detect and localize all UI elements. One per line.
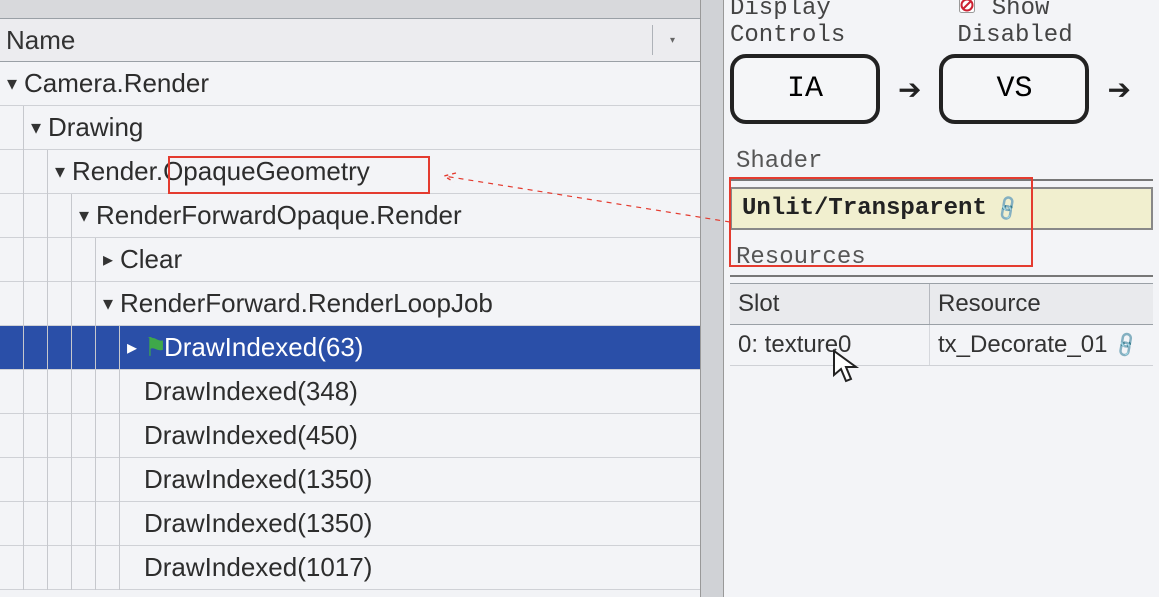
sort-indicator-icon[interactable]: ▾ (652, 25, 692, 55)
tree-row-label: DrawIndexed(63) (164, 332, 363, 363)
tree-row-label: DrawIndexed(1350) (144, 464, 372, 495)
inspector-panel: Display Controls Show Disabled IA ➔ VS ➔… (724, 0, 1159, 597)
chevron-down-icon[interactable]: ▾ (72, 203, 96, 228)
indent-spacer (120, 380, 144, 403)
shader-name: Unlit/Transparent (742, 195, 987, 222)
tree-row[interactable]: DrawIndexed(1350) (0, 458, 700, 502)
chevron-right-icon[interactable]: ▸ (96, 247, 120, 272)
tree-row[interactable]: DrawIndexed(1350) (0, 502, 700, 546)
tree-row-label: DrawIndexed(450) (144, 420, 358, 451)
link-icon[interactable]: 🔗 (993, 193, 1024, 224)
show-disabled-link[interactable]: Show Disabled (957, 0, 1153, 49)
indent-guides (0, 106, 24, 150)
chevron-down-icon[interactable]: ▾ (0, 71, 24, 96)
tree-row-label: DrawIndexed(348) (144, 376, 358, 407)
pipeline-stage-ia[interactable]: IA (730, 54, 880, 124)
indent-guides (0, 546, 120, 590)
shader-value-box[interactable]: Unlit/Transparent 🔗 (730, 187, 1153, 230)
arrow-right-icon: ➔ (898, 73, 921, 106)
resources-header-row: Slot Resource (730, 283, 1153, 325)
indent-guides (0, 502, 120, 546)
chevron-down-icon[interactable]: ▾ (48, 159, 72, 184)
indent-spacer (120, 468, 144, 491)
panel-splitter[interactable] (700, 0, 724, 597)
tree-row[interactable]: ▾RenderForwardOpaque.Render (0, 194, 700, 238)
indent-guides (0, 370, 120, 414)
toolbar-strip (0, 0, 700, 18)
inspector-breadcrumb: Display Controls Show Disabled (730, 0, 1153, 44)
forbidden-icon (957, 0, 977, 15)
link-icon[interactable]: 🔗 (1111, 330, 1141, 360)
indent-spacer (120, 556, 144, 579)
pipeline-stage-vs[interactable]: VS (939, 54, 1089, 124)
event-tree[interactable]: ▾Camera.Render▾Drawing▾Render.OpaqueGeom… (0, 62, 700, 597)
flag-icon: ⚑ (144, 332, 164, 363)
arrow-right-icon: ➔ (1107, 73, 1130, 106)
tree-row[interactable]: ▸⚑DrawIndexed(63) (0, 326, 700, 370)
resources-rows: 0: texture0tx_Decorate_01 🔗 (730, 325, 1153, 366)
tree-row-label: RenderForwardOpaque.Render (96, 200, 462, 231)
indent-guides (0, 414, 120, 458)
tree-row[interactable]: ▾Camera.Render (0, 62, 700, 106)
tree-row-label: Drawing (48, 112, 143, 143)
indent-guides (0, 458, 120, 502)
tree-row[interactable]: ▾RenderForward.RenderLoopJob (0, 282, 700, 326)
resources-col-resource[interactable]: Resource (930, 284, 1153, 324)
shader-section-label: Shader (730, 144, 1153, 181)
indent-guides (0, 194, 72, 238)
event-tree-panel: Name ▾ ▾Camera.Render▾Drawing▾Render.Opa… (0, 0, 700, 597)
tree-row[interactable]: DrawIndexed(450) (0, 414, 700, 458)
resource-slot-cell: 0: texture0 (730, 325, 930, 365)
indent-spacer (120, 512, 144, 535)
tree-row-label: DrawIndexed(1017) (144, 552, 372, 583)
tree-row-label: RenderForward.RenderLoopJob (120, 288, 493, 319)
resource-name-cell: tx_Decorate_01 🔗 (930, 325, 1153, 365)
tree-row[interactable]: ▾Render.OpaqueGeometry (0, 150, 700, 194)
chevron-down-icon[interactable]: ▾ (24, 115, 48, 140)
tree-row-label: DrawIndexed(1350) (144, 508, 372, 539)
tree-column-name-label: Name (0, 25, 75, 56)
indent-guides (0, 238, 96, 282)
resources-section-label: Resources (730, 240, 1153, 277)
tree-row[interactable]: DrawIndexed(348) (0, 370, 700, 414)
tree-row[interactable]: DrawIndexed(1017) (0, 546, 700, 590)
indent-guides (0, 150, 48, 194)
tree-row-label: Camera.Render (24, 68, 209, 99)
tree-column-header[interactable]: Name ▾ (0, 18, 700, 62)
tree-row-label: Clear (120, 244, 182, 275)
indent-guides (0, 326, 120, 370)
tree-row-label: Render.OpaqueGeometry (72, 156, 370, 187)
tree-row[interactable]: ▾Drawing (0, 106, 700, 150)
resources-col-slot[interactable]: Slot (730, 284, 930, 324)
chevron-right-icon[interactable]: ▸ (120, 335, 144, 360)
resource-row[interactable]: 0: texture0tx_Decorate_01 🔗 (730, 325, 1153, 366)
tree-row[interactable]: ▸Clear (0, 238, 700, 282)
chevron-down-icon[interactable]: ▾ (96, 291, 120, 316)
indent-guides (0, 282, 96, 326)
pipeline-stage-row: IA ➔ VS ➔ (730, 44, 1153, 134)
display-controls-link[interactable]: Display Controls (730, 0, 933, 49)
indent-spacer (120, 424, 144, 447)
